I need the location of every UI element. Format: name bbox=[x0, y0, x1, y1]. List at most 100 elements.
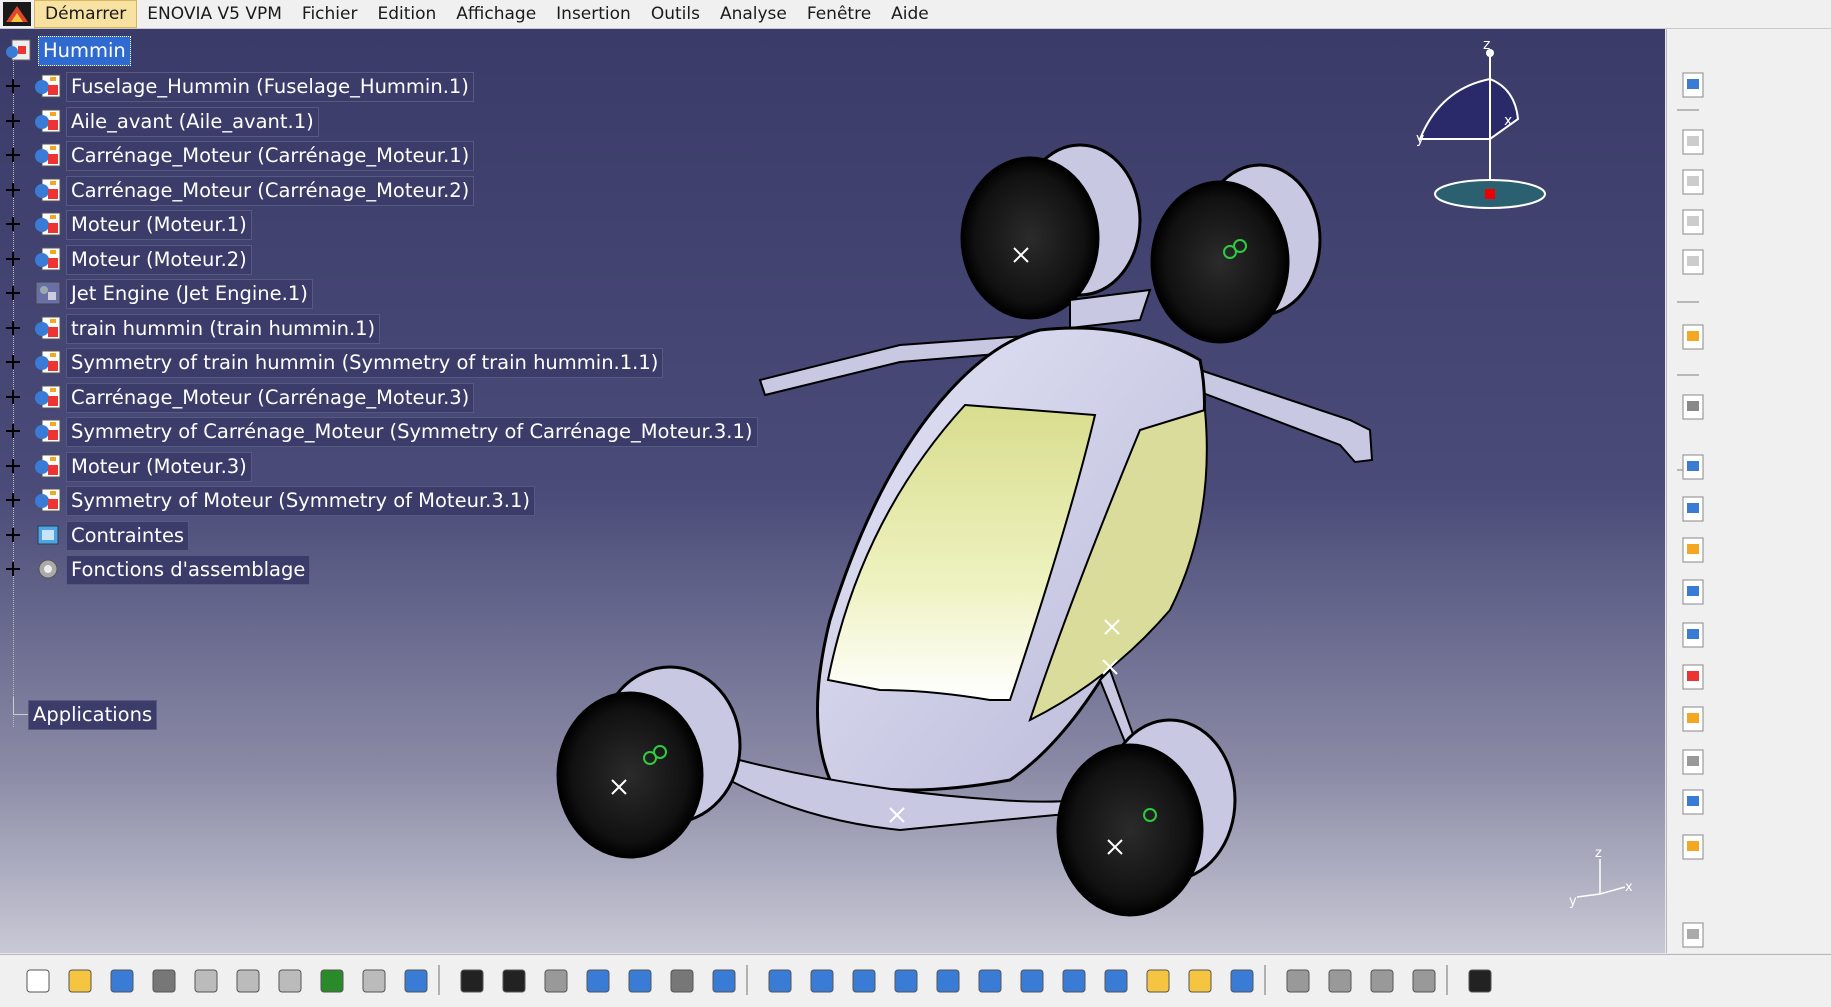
paste-icon[interactable] bbox=[274, 965, 306, 997]
bom-icon[interactable] bbox=[1675, 784, 1711, 820]
hide-show-icon[interactable] bbox=[1184, 965, 1216, 997]
menu-enovia[interactable]: ENOVIA V5 VPM bbox=[137, 0, 292, 28]
expand-icon[interactable] bbox=[6, 493, 20, 507]
tree-node-label[interactable]: Moteur (Moteur.3) bbox=[66, 451, 252, 482]
expand-icon[interactable] bbox=[6, 286, 20, 300]
catalog-icon[interactable] bbox=[1675, 67, 1711, 103]
expand-icon[interactable] bbox=[6, 320, 20, 335]
redo-icon[interactable] bbox=[358, 965, 390, 997]
expand-icon[interactable] bbox=[6, 562, 20, 576]
copy-icon[interactable] bbox=[232, 965, 264, 997]
replace-icon[interactable] bbox=[1675, 574, 1711, 610]
fit-all-icon[interactable] bbox=[806, 965, 838, 997]
expand-icon[interactable] bbox=[6, 251, 20, 266]
expand-icon[interactable] bbox=[6, 527, 20, 542]
sectioning-icon[interactable] bbox=[1408, 965, 1440, 997]
cut-icon[interactable] bbox=[190, 965, 222, 997]
select-arrow-icon[interactable] bbox=[1675, 319, 1711, 355]
tree-node-label[interactable]: Fonctions d'assemblage bbox=[66, 555, 311, 585]
tree-node-label[interactable]: Carrénage_Moteur (Carrénage_Moteur.3) bbox=[66, 382, 475, 413]
analysis-icon[interactable] bbox=[1366, 965, 1398, 997]
tree-node-label[interactable]: Symmetry of train hummin (Symmetry of tr… bbox=[66, 348, 664, 378]
tree-node-label[interactable]: Fuselage_Hummin (Fuselage_Hummin.1) bbox=[66, 72, 474, 102]
menu-fenetre[interactable]: Fenêtre bbox=[797, 0, 881, 28]
skip-icon[interactable] bbox=[1324, 965, 1356, 997]
component-icon[interactable] bbox=[1675, 164, 1711, 200]
reorder-icon[interactable] bbox=[1675, 659, 1711, 695]
pan-icon[interactable] bbox=[848, 965, 880, 997]
part-icon[interactable] bbox=[1675, 244, 1711, 280]
menu-insertion[interactable]: Insertion bbox=[546, 0, 641, 28]
graph-icon[interactable] bbox=[624, 965, 656, 997]
link-icon[interactable] bbox=[540, 965, 572, 997]
existing-component-icon[interactable] bbox=[1675, 204, 1711, 240]
tree-node-label[interactable]: Moteur (Moteur.1) bbox=[66, 210, 252, 240]
catia-logo-icon[interactable] bbox=[0, 0, 34, 28]
numbering-icon[interactable] bbox=[1675, 744, 1711, 780]
3d-viewport[interactable]: z x y z x y Hummin Fuselage_Hummin (Fuse… bbox=[0, 29, 1665, 953]
tree-node-label[interactable]: Symmetry of Moteur (Symmetry of Moteur.3… bbox=[66, 486, 535, 516]
menu-outils[interactable]: Outils bbox=[641, 0, 710, 28]
disable-icon[interactable] bbox=[1282, 965, 1314, 997]
formula-icon[interactable] bbox=[456, 965, 488, 997]
tree-node-label[interactable]: Moteur (Moteur.2) bbox=[66, 244, 252, 275]
comment-icon[interactable] bbox=[498, 965, 530, 997]
expand-icon[interactable] bbox=[6, 182, 20, 197]
expand-icon[interactable] bbox=[6, 113, 20, 128]
product-icon bbox=[35, 419, 61, 443]
menu-bar: Démarrer ENOVIA V5 VPM Fichier Edition A… bbox=[0, 0, 1831, 29]
zoom-out-icon[interactable] bbox=[974, 965, 1006, 997]
tree-node-label[interactable]: Carrénage_Moteur (Carrénage_Moteur.2) bbox=[66, 175, 475, 206]
swap-visible-icon[interactable] bbox=[1226, 965, 1258, 997]
fix-together-icon[interactable] bbox=[1675, 491, 1711, 527]
product-icon[interactable] bbox=[1675, 124, 1711, 160]
new-icon[interactable] bbox=[22, 965, 54, 997]
more-icon[interactable] bbox=[1675, 917, 1711, 953]
compass-icon[interactable]: z x y bbox=[1400, 39, 1560, 229]
save-icon[interactable] bbox=[106, 965, 138, 997]
annotation-icon[interactable] bbox=[1675, 829, 1711, 865]
expand-icon[interactable] bbox=[6, 389, 20, 404]
triad-z: z bbox=[1595, 849, 1602, 861]
tree-applications-label[interactable]: Applications bbox=[28, 700, 158, 730]
tree-root-label[interactable]: Hummin bbox=[38, 36, 131, 66]
print-icon[interactable] bbox=[148, 965, 180, 997]
normal-view-icon[interactable] bbox=[1016, 965, 1048, 997]
graph-tree-icon[interactable] bbox=[1675, 701, 1711, 737]
expand-icon[interactable] bbox=[6, 148, 20, 162]
constraint-icon[interactable] bbox=[1675, 532, 1711, 568]
expand-icon[interactable] bbox=[6, 79, 20, 93]
multi-view-icon[interactable] bbox=[1058, 965, 1090, 997]
fly-mode-icon[interactable] bbox=[764, 965, 796, 997]
capture-icon[interactable] bbox=[1464, 965, 1496, 997]
shading-icon[interactable] bbox=[1142, 965, 1174, 997]
open-icon[interactable] bbox=[64, 965, 96, 997]
tree-node-label[interactable]: train hummin (train hummin.1) bbox=[66, 313, 381, 344]
rotate-icon[interactable] bbox=[890, 965, 922, 997]
expand-icon[interactable] bbox=[6, 424, 20, 438]
explode-icon[interactable] bbox=[1675, 617, 1711, 653]
tree-node-label[interactable]: Carrénage_Moteur (Carrénage_Moteur.1) bbox=[66, 141, 475, 171]
help-icon[interactable] bbox=[400, 965, 432, 997]
table-icon[interactable] bbox=[582, 965, 614, 997]
menu-demarrer[interactable]: Démarrer bbox=[34, 0, 138, 28]
undo-icon[interactable] bbox=[316, 965, 348, 997]
menu-aide[interactable]: Aide bbox=[881, 0, 939, 28]
zoom-in-icon[interactable] bbox=[932, 965, 964, 997]
menu-edition[interactable]: Edition bbox=[367, 0, 446, 28]
tree-node-label[interactable]: Contraintes bbox=[66, 520, 190, 551]
expand-icon[interactable] bbox=[6, 355, 20, 369]
iso-view-icon[interactable] bbox=[1100, 965, 1132, 997]
lock-icon[interactable] bbox=[666, 965, 698, 997]
tree-node-label[interactable]: Jet Engine (Jet Engine.1) bbox=[66, 279, 313, 309]
menu-fichier[interactable]: Fichier bbox=[292, 0, 368, 28]
menu-affichage[interactable]: Affichage bbox=[446, 0, 546, 28]
macro-icon[interactable] bbox=[708, 965, 740, 997]
tree-node-label[interactable]: Symmetry of Carrénage_Moteur (Symmetry o… bbox=[66, 417, 758, 447]
expand-icon[interactable] bbox=[6, 458, 20, 473]
manipulation-icon[interactable] bbox=[1675, 389, 1711, 425]
expand-icon[interactable] bbox=[6, 217, 20, 231]
tree-node-label[interactable]: Aile_avant (Aile_avant.1) bbox=[66, 106, 319, 137]
fix-icon[interactable] bbox=[1675, 449, 1711, 485]
menu-analyse[interactable]: Analyse bbox=[710, 0, 797, 28]
